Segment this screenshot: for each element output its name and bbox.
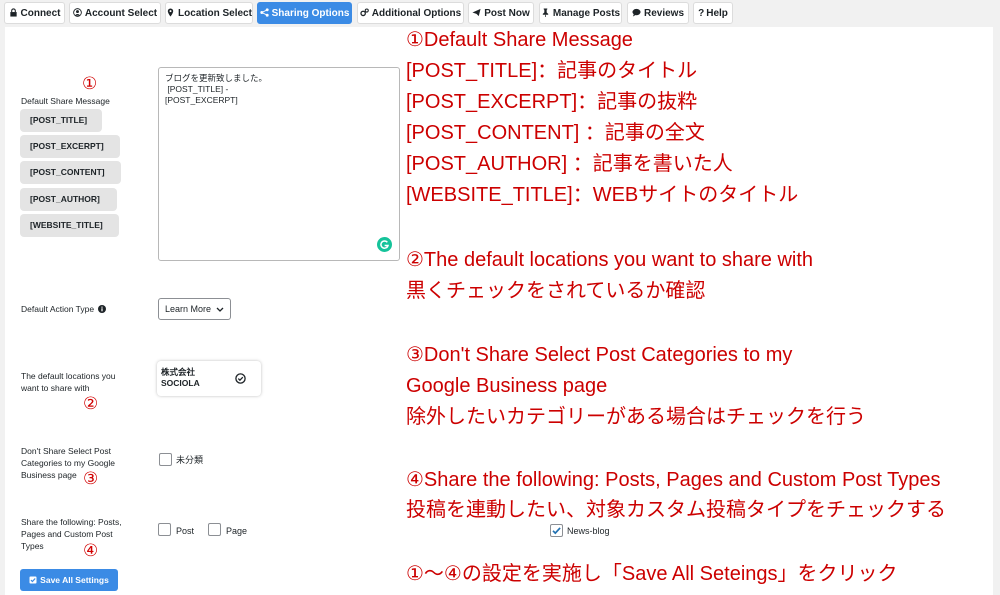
note-line: 除外したいカテゴリーがある場合はチェックを行う	[406, 406, 866, 428]
check-circle-icon[interactable]	[235, 373, 246, 384]
label-line: Categories to my Google	[21, 458, 116, 468]
paper-plane-icon	[472, 8, 481, 17]
post-type-post-label: Post	[176, 526, 195, 536]
note-line: 投稿を連動したい、対象カスタム投稿タイプをチェックする	[406, 499, 946, 521]
tab-label: Help	[706, 8, 728, 19]
thumbtack-icon	[542, 8, 549, 17]
tab-label: Account Select	[84, 8, 158, 19]
chevron-down-icon	[216, 307, 224, 312]
tab-label: Reviews	[643, 8, 685, 19]
user-circle-icon	[73, 8, 82, 17]
category-uncategorized-label: 未分類	[176, 455, 204, 465]
tab-location-select[interactable]: Location Select	[165, 2, 253, 24]
message-line: [POST_EXCERPT]	[165, 95, 238, 105]
share-icon	[259, 8, 269, 17]
action-type-select[interactable]: Learn More	[158, 298, 231, 320]
tag-website-title[interactable]: [WEBSITE_TITLE]	[20, 214, 119, 237]
default-action-type-label: Default Action Type	[21, 303, 107, 315]
note-line: [POST_AUTHOR] ：記事を書いた人	[406, 153, 733, 175]
post-type-page-label: Page	[226, 526, 248, 536]
post-type-news-blog-checkbox[interactable]	[550, 524, 563, 537]
tag-post-content[interactable]: [POST_CONTENT]	[20, 161, 121, 184]
tab-label: Sharing Options	[271, 8, 350, 19]
cogs-icon	[360, 8, 369, 17]
dont-share-categories-label: Don't Share Select Post Categories to my…	[21, 445, 115, 481]
note-line: ①～④の設定を実施し「Save All Seteings」をクリック	[406, 563, 898, 585]
comment-icon	[632, 8, 641, 17]
left-gutter	[0, 27, 5, 595]
note-line: 黒くチェックをされているか確認	[406, 280, 706, 302]
check-square-icon	[29, 576, 37, 584]
tab-sharing-options[interactable]: Sharing Options	[257, 2, 352, 24]
default-action-type-text: Default Action Type	[21, 304, 95, 314]
note-line: [POST_EXCERPT]：記事の抜粋	[406, 91, 698, 113]
right-gutter	[993, 27, 1000, 595]
note-line: ③Don't Share Select Post Categories to m…	[406, 344, 793, 366]
marker-2: ②	[83, 394, 99, 413]
tag-post-title[interactable]: [POST_TITLE]	[20, 109, 102, 132]
message-line: ブログを更新致しました。	[165, 73, 268, 83]
tab-label: Manage Posts	[552, 8, 621, 19]
tag-post-excerpt[interactable]: [POST_EXCERPT]	[20, 135, 120, 158]
marker-1: ①	[82, 74, 98, 93]
default-locations-label: The default locations you want to share …	[21, 370, 116, 394]
tab-help[interactable]: ? Help	[693, 2, 733, 24]
grammarly-icon[interactable]	[377, 237, 392, 252]
label-line: Don't Share Select Post	[21, 446, 111, 456]
note-line: Google Business page	[406, 375, 608, 397]
note-line: [WEBSITE_TITLE]：WEBサイトのタイトル	[406, 184, 799, 206]
location-name: 株式会社 SOCIOLA	[161, 367, 200, 389]
tab-manage-posts[interactable]: Manage Posts	[539, 2, 622, 24]
marker-3: ③	[83, 469, 99, 488]
note-line: [POST_TITLE]：記事のタイトル	[406, 60, 698, 82]
tab-account-select[interactable]: Account Select	[69, 2, 161, 24]
map-marker-icon	[167, 8, 174, 17]
share-following-label: Share the following: Posts, Pages and Cu…	[21, 516, 122, 552]
tag-post-author[interactable]: [POST_AUTHOR]	[20, 188, 117, 211]
checkmark-icon	[552, 527, 561, 535]
tab-post-now[interactable]: Post Now	[468, 2, 534, 24]
marker-4: ④	[83, 541, 99, 560]
tab-reviews[interactable]: Reviews	[627, 2, 689, 24]
tab-connect[interactable]: Connect	[4, 2, 65, 24]
note-line: [POST_CONTENT] ：記事の全文	[406, 122, 705, 144]
label-line: Pages and Custom Post	[21, 529, 113, 539]
label-line: Business page	[21, 470, 77, 480]
default-share-message-label: Default Share Message	[21, 96, 110, 106]
note-line: ④Share the following: Posts, Pages and C…	[406, 469, 941, 491]
location-name-line: 株式会社	[161, 367, 196, 377]
settings-tab-bar: Connect Account Select Location Select S…	[0, 0, 1000, 27]
label-line: Types	[21, 541, 44, 551]
note-line: ②The default locations you want to share…	[406, 249, 814, 271]
question-icon: ?	[698, 8, 705, 19]
post-type-post-checkbox[interactable]	[158, 523, 171, 536]
tab-additional-options[interactable]: Additional Options	[357, 2, 464, 24]
label-line: The default locations you	[21, 371, 116, 381]
lock-icon	[9, 8, 17, 17]
action-type-selected: Learn More	[165, 304, 212, 314]
tab-label: Connect	[20, 8, 61, 19]
save-button-label: Save All Settings	[40, 575, 109, 585]
share-message-textarea[interactable]: ブログを更新致しました。 [POST_TITLE] - [POST_EXCERP…	[158, 67, 400, 261]
label-line: Share the following: Posts,	[21, 517, 122, 527]
label-line: want to share with	[21, 383, 90, 393]
tab-label: Post Now	[484, 8, 530, 19]
tab-label: Additional Options	[371, 8, 462, 19]
location-name-line: SOCIOLA	[161, 378, 200, 388]
info-icon[interactable]	[98, 305, 107, 313]
save-all-settings-button[interactable]: Save All Settings	[20, 569, 118, 591]
message-line: [POST_TITLE] -	[165, 84, 229, 94]
location-card[interactable]: 株式会社 SOCIOLA	[157, 361, 261, 396]
note-line: ①Default Share Message	[406, 29, 633, 51]
tab-label: Location Select	[178, 8, 252, 19]
post-type-page-checkbox[interactable]	[208, 523, 221, 536]
category-uncategorized-checkbox[interactable]	[159, 453, 172, 466]
post-type-news-blog-label: News-blog	[567, 526, 610, 536]
